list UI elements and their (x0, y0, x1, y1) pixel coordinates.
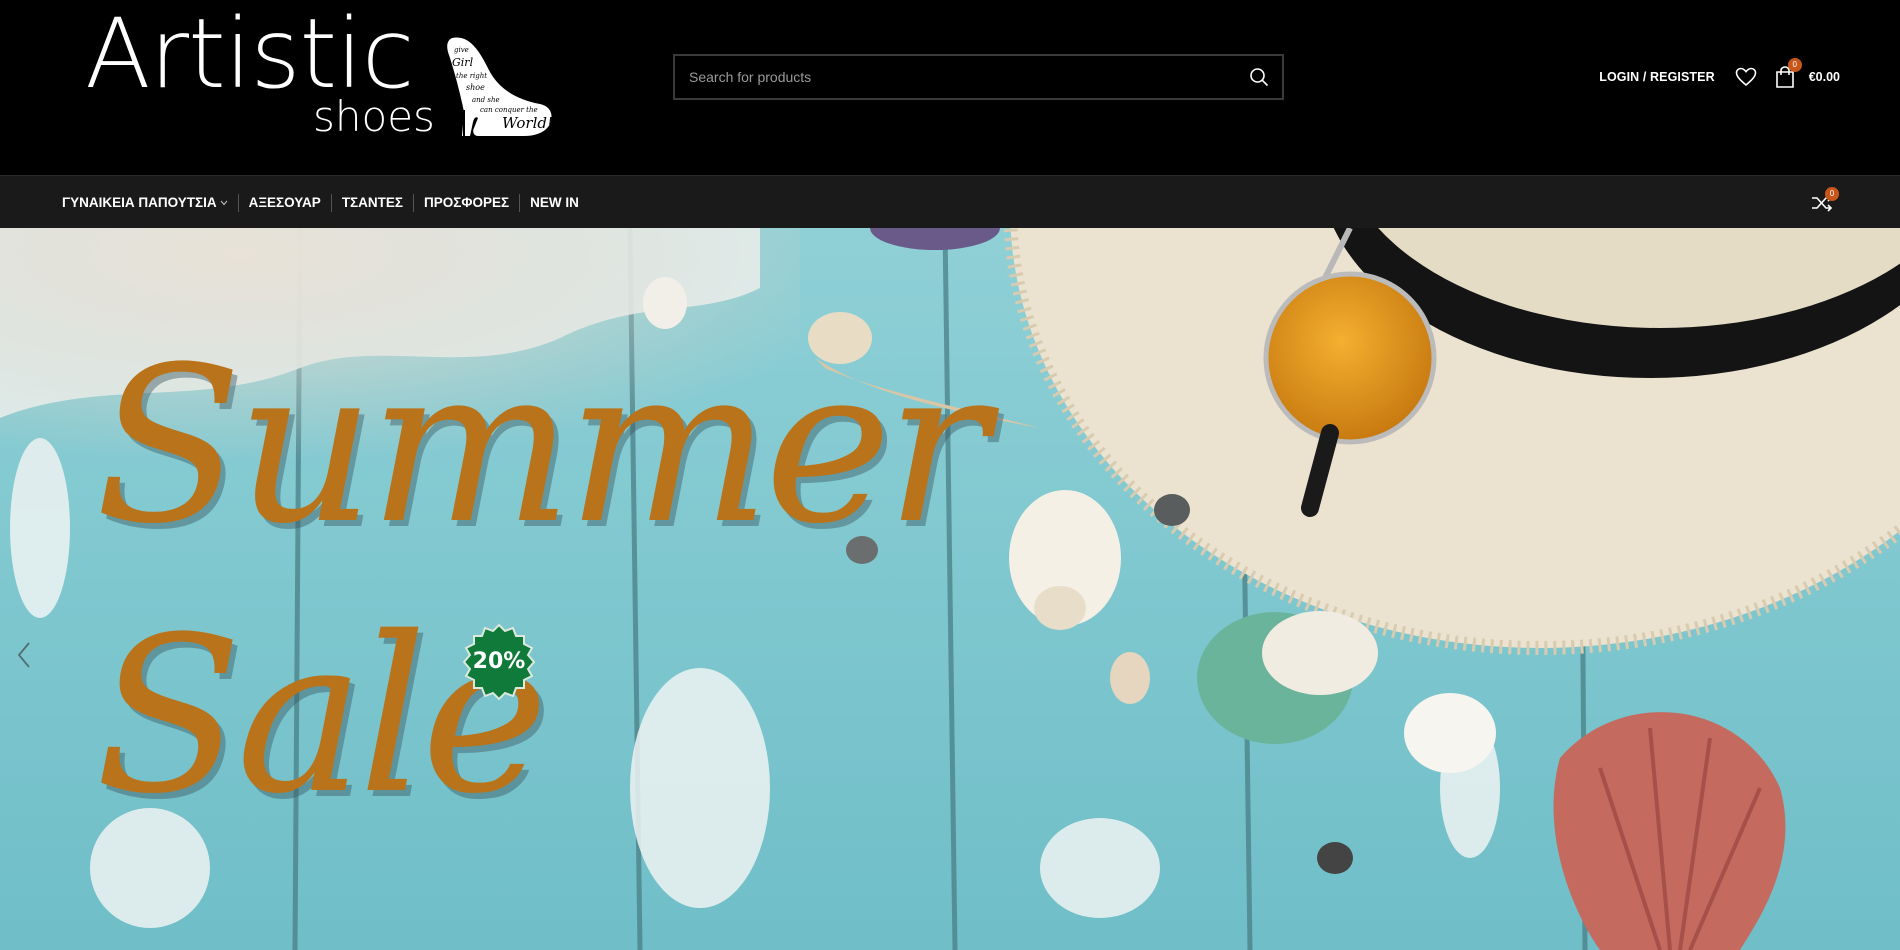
nav-item-offers[interactable]: ΠΡΟΣΦΟΡΕΣ (424, 195, 509, 210)
search-icon[interactable] (1236, 56, 1282, 98)
compare-count-badge: 0 (1825, 187, 1839, 201)
site-header: Artistic shoes give Girl the right shoe … (0, 0, 1900, 175)
svg-text:give: give (454, 46, 469, 54)
svg-text:Girl: Girl (452, 56, 474, 69)
nav-item-womens-shoes[interactable]: ΓΥΝΑΙΚΕΙΑ ΠΑΠΟΥΤΣΙΑ (62, 195, 228, 210)
nav-item-label: ΤΣΑΝΤΕΣ (341, 195, 404, 210)
nav-item-label: ΓΥΝΑΙΚΕΙΑ ΠΑΠΟΥΤΣΙΑ (62, 195, 217, 210)
nav-divider (330, 193, 332, 212)
svg-text:and she: and she (472, 96, 500, 104)
compare-button[interactable]: 0 (1810, 187, 1839, 215)
site-logo[interactable]: Artistic shoes give Girl the right shoe … (85, 6, 555, 147)
nav-item-label: NEW IN (530, 195, 579, 210)
discount-badge: 20% (460, 623, 538, 701)
hero-slider: Summer Sale 20% (0, 228, 1900, 950)
cart-count-badge: 0 (1787, 58, 1802, 72)
discount-badge-text: 20% (472, 649, 526, 674)
nav-item-accessories[interactable]: ΑΞΕΣΟΥΑΡ (249, 195, 321, 210)
svg-text:can conquer the: can conquer the (480, 106, 538, 114)
search-bar (673, 54, 1284, 100)
cart-button[interactable]: 0 €0.00 (1775, 58, 1840, 88)
nav-divider (519, 193, 521, 212)
main-navigation: ΓΥΝΑΙΚΕΙΑ ΠΑΠΟΥΤΣΙΑ ΑΞΕΣΟΥΑΡ ΤΣΑΝΤΕΣ ΠΡΟ… (0, 175, 1900, 228)
nav-item-label: ΠΡΟΣΦΟΡΕΣ (424, 195, 510, 210)
hero-headline-line1: Summer (95, 320, 989, 571)
cart-total: €0.00 (1808, 70, 1840, 84)
search-input[interactable] (675, 56, 1236, 98)
svg-text:the right: the right (456, 72, 487, 80)
nav-item-label: ΑΞΕΣΟΥΑΡ (248, 195, 321, 210)
chevron-down-icon (220, 200, 228, 206)
svg-text:shoe: shoe (466, 83, 485, 92)
heart-icon[interactable] (1735, 67, 1757, 87)
nav-item-bags[interactable]: ΤΣΑΝΤΕΣ (342, 195, 403, 210)
nav-divider (237, 193, 239, 212)
nav-divider (413, 193, 415, 212)
logo-wordmark: Artistic (85, 0, 415, 110)
login-register-link[interactable]: LOGIN / REGISTER (1599, 70, 1715, 84)
svg-text:World!: World! (502, 114, 553, 132)
nav-item-new-in[interactable]: NEW IN (530, 195, 579, 210)
header-actions: LOGIN / REGISTER 0 €0.00 (1599, 58, 1840, 92)
logo-subtitle: shoes (313, 92, 435, 141)
chevron-left-icon[interactable] (14, 640, 34, 670)
high-heel-logo-icon: give Girl the right shoe and she can con… (447, 37, 553, 136)
